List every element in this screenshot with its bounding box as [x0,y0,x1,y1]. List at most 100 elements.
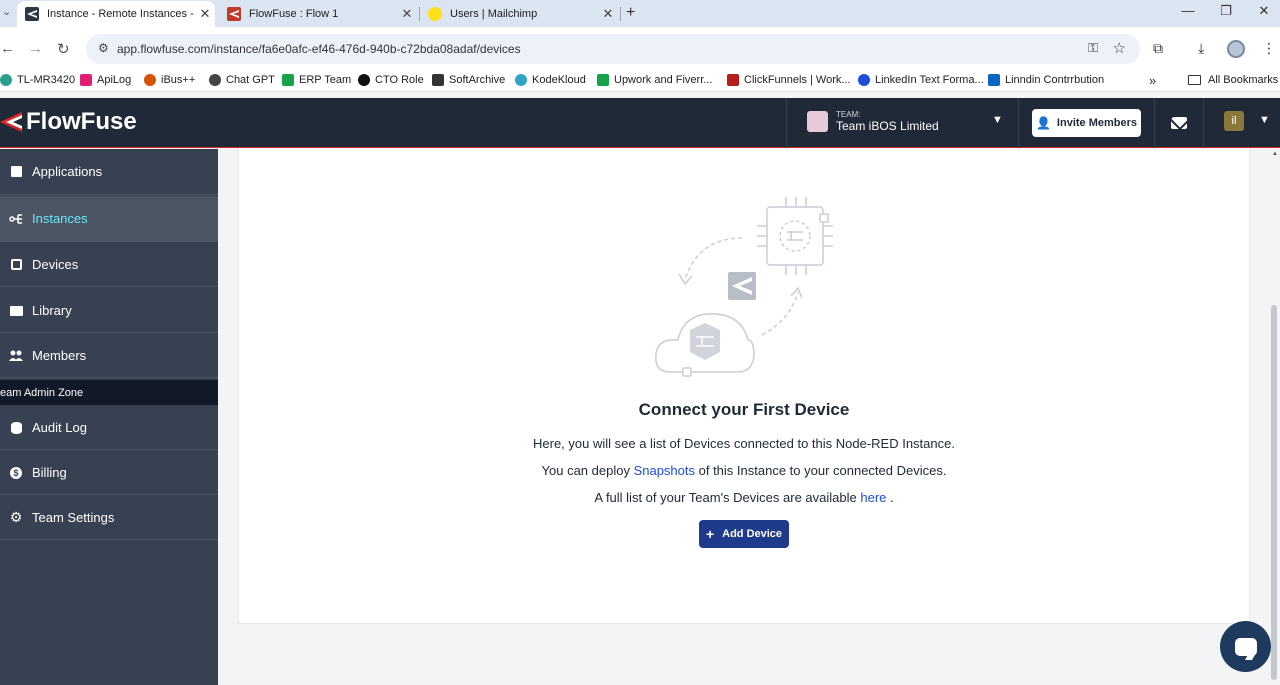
team-name: Team iBOS Limited [836,119,939,133]
sidebar-item-instances[interactable]: Instances [0,196,218,242]
sidebar-item-label: Team Settings [32,510,115,525]
bookmark-star-icon[interactable]: ☆ [1113,39,1126,57]
line-text: You can deploy [541,463,634,478]
site-settings-icon[interactable]: ⚙ [98,41,109,55]
upwork-icon [597,74,609,86]
gear-icon: ⚙ [9,509,23,525]
bookmark-item[interactable]: CTO Role [358,74,424,86]
address-bar[interactable]: ⚙ app.flowfuse.com/instance/fa6e0afc-ef4… [86,34,1140,64]
new-tab-icon[interactable]: + [626,4,635,22]
bookmark-label: KodeKloud [532,74,586,86]
all-bookmarks-button[interactable]: All Bookmarks [1188,74,1278,86]
devices-here-link[interactable]: here [860,490,886,505]
bookmark-item[interactable]: ERP Team [282,74,351,86]
url-text[interactable]: app.flowfuse.com/instance/fa6e0afc-ef46-… [117,42,521,56]
sidebar-item-label: Billing [32,465,67,480]
bookmark-item[interactable]: iBus++ [144,74,195,86]
sidebar-item-team-settings[interactable]: ⚙ Team Settings [0,496,218,540]
sidebar-item-applications[interactable]: Applications [0,149,218,195]
folder-icon [1188,75,1201,85]
instances-icon [0,213,32,225]
restore-icon[interactable]: ❐ [1211,3,1241,19]
bookmarks-more-icon[interactable]: » [1149,73,1156,88]
team-avatar [807,111,828,132]
tplink-icon [0,74,12,86]
empty-state-line-1: Here, you will see a list of Devices con… [533,436,955,451]
bookmark-label: iBus++ [161,74,196,86]
bookmark-label: ApiLog [97,74,132,86]
line-text: of this Instance to your connected Devic… [695,463,947,478]
tab-title: Users | Mailchimp [450,8,538,20]
tab-close-icon[interactable]: ✕ [397,6,417,22]
bookmark-label: Chat GPT [226,74,275,86]
scroll-up-arrow-icon[interactable]: ▲ [1272,151,1278,157]
forward-icon[interactable]: → [28,40,43,57]
bookmark-item[interactable]: SoftArchive [432,74,505,86]
tab-close-icon[interactable]: ✕ [195,6,215,22]
bookmark-item[interactable]: TL-MR3420 [0,74,75,86]
bookmark-item[interactable]: LinkedIn Text Forma... [858,74,984,86]
reload-icon[interactable]: ↻ [57,40,70,58]
envelope-icon [1171,117,1187,129]
flowfuse-logo[interactable]: FlowFuse [0,108,137,136]
browser-tab-instances[interactable]: Instance - Remote Instances - F ✕ [17,1,215,27]
user-avatar[interactable]: il [1224,111,1244,131]
sidebar-item-members[interactable]: Members [0,334,218,378]
password-key-icon[interactable]: ⚿ [1088,40,1098,56]
bookmark-item[interactable]: Linndin Contrrbution [988,74,1104,86]
tab-separator [620,7,621,21]
extensions-icon[interactable]: ⧉ [1153,40,1163,57]
sidebar-item-label: Audit Log [32,420,87,435]
profile-avatar[interactable] [1227,40,1245,58]
download-icon[interactable]: ⤓ [1198,40,1204,57]
tab-search-chevron-icon[interactable]: ⌄ [2,5,11,18]
sidebar-item-devices[interactable]: Devices [0,242,218,287]
chat-widget-button[interactable] [1220,621,1271,672]
chevron-down-icon: ▼ [992,114,1003,126]
bookmarks-bar: TL-MR3420 ApiLog iBus++ Chat GPT ERP Tea… [0,71,1280,92]
line-text: A full list of your Team's Devices are a… [594,490,861,505]
flowfuse-favicon-icon [227,7,241,21]
clickfunnels-icon [727,74,739,86]
browser-tab-flow[interactable]: FlowFuse : Flow 1 ✕ [219,1,417,27]
bookmark-item[interactable]: ClickFunnels | Work... [727,74,851,86]
plus-icon: + [705,526,715,542]
bookmark-label: CTO Role [375,74,424,86]
sidebar-item-library[interactable]: Library [0,289,218,333]
line-text: . [886,490,894,505]
sidebar-item-audit-log[interactable]: Audit Log [0,406,218,450]
snapshots-link[interactable]: Snapshots [634,463,695,478]
audit-log-icon [0,421,32,434]
bookmark-item[interactable]: KodeKloud [515,74,586,86]
close-window-icon[interactable]: ✕ [1249,3,1279,19]
devices-icon [0,258,32,270]
bookmark-item[interactable]: Chat GPT [209,74,275,86]
sidebar-item-label: Devices [32,256,79,272]
bookmark-item[interactable]: Upwork and Fiverr... [597,74,712,86]
sidebar: Applications Instances Devices Library M… [0,149,218,685]
sidebar-item-label: Applications [32,164,103,179]
library-icon [0,305,32,316]
browser-tab-mailchimp[interactable]: Users | Mailchimp ✕ [420,1,618,27]
tab-close-icon[interactable]: ✕ [598,6,618,22]
back-icon[interactable]: ← [0,40,15,57]
notifications-button[interactable] [1154,98,1204,148]
chevron-down-icon[interactable]: ▼ [1259,114,1270,126]
flowfuse-favicon-icon [25,7,39,21]
add-device-label: Add Device [722,528,783,540]
minimize-icon[interactable]: — [1173,3,1203,18]
browser-tab-bar: ⌄ Instance - Remote Instances - F ✕ Flow… [0,0,1280,27]
bookmark-label: TL-MR3420 [17,74,76,86]
sidebar-item-label: Members [32,348,87,363]
add-device-button[interactable]: + Add Device [699,520,789,548]
sidebar-item-label: Instances [32,211,88,226]
app-header: FlowFuse TEAM: Team iBOS Limited ▼ 👤 Inv… [0,98,1280,148]
bookmark-item[interactable]: ApiLog [80,74,131,86]
invite-members-button[interactable]: 👤 Invite Members [1032,109,1141,137]
sidebar-item-billing[interactable]: $ Billing [0,451,218,495]
bookmark-label: Upwork and Fiverr... [614,74,713,86]
team-selector[interactable]: TEAM: Team iBOS Limited ▼ [786,98,1019,148]
menu-kebab-icon[interactable]: ⋮ [1262,40,1276,57]
scrollbar-thumb[interactable] [1271,305,1277,680]
bookmark-label: Linndin Contrrbution [1005,74,1105,86]
